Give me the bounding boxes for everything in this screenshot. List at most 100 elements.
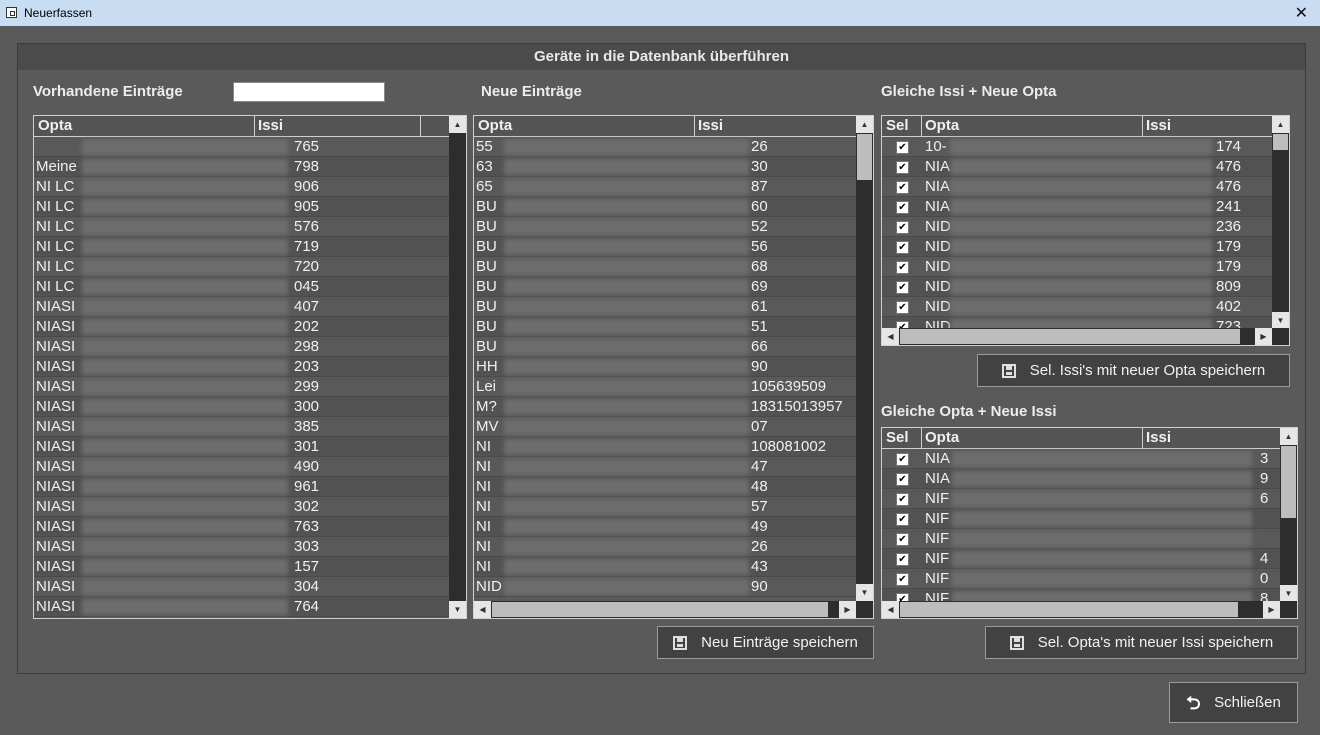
table-row[interactable]: Lei 105639509 xyxy=(474,377,857,397)
table-row[interactable]: ✔ NIF xyxy=(882,529,1280,549)
table-row[interactable]: NI 43 xyxy=(474,557,857,577)
table-row[interactable]: NIASI 302 xyxy=(34,497,450,517)
col-header-opta[interactable]: Opta xyxy=(925,117,959,135)
table-row[interactable]: NIASI 961 xyxy=(34,477,450,497)
new-entries-grid[interactable]: Opta Issi 55 26 63 30 65 87 BU 60 BU 52 BU 56 BU 68 BU… xyxy=(473,115,874,619)
scroll-up-icon[interactable]: ▲ xyxy=(856,116,873,133)
same-issi-grid[interactable]: Sel Opta Issi ✔ 10- 174 ✔ NIA 476 ✔ NIA 476 ✔ NIA 2… xyxy=(881,115,1290,346)
save-opta-issi-button[interactable]: Sel. Opta's mit neuer Issi speichern xyxy=(985,626,1298,659)
scroll-thumb[interactable] xyxy=(900,329,1240,344)
table-row[interactable]: NI LC 905 xyxy=(34,197,450,217)
table-row[interactable]: ✔ NID 402 xyxy=(882,297,1272,317)
table-row[interactable]: NIASI 304 xyxy=(34,577,450,597)
table-row[interactable]: NI LC 045 xyxy=(34,277,450,297)
table-row[interactable]: ✔ NIF 4 xyxy=(882,549,1280,569)
table-row[interactable]: ✔ NIA 241 xyxy=(882,197,1272,217)
col-header-sel[interactable]: Sel xyxy=(886,117,909,135)
table-row[interactable]: NI 108081002 xyxy=(474,437,857,457)
col-header-opta[interactable]: Opta xyxy=(38,117,72,135)
row-checkbox[interactable]: ✔ xyxy=(896,300,909,314)
table-row[interactable]: NI LC 576 xyxy=(34,217,450,237)
table-row[interactable]: BU 56 xyxy=(474,237,857,257)
table-row[interactable]: ✔ NIF xyxy=(882,509,1280,529)
table-row[interactable]: ✔ NID 179 xyxy=(882,257,1272,277)
scroll-down-icon[interactable]: ▼ xyxy=(856,584,873,601)
row-checkbox[interactable]: ✔ xyxy=(896,180,909,194)
table-row[interactable]: NIASI 764 xyxy=(34,597,450,617)
row-checkbox[interactable]: ✔ xyxy=(896,140,909,154)
table-row[interactable]: ✔ NIA 9 xyxy=(882,469,1280,489)
scroll-thumb[interactable] xyxy=(1281,446,1296,518)
existing-entries-grid[interactable]: Opta Issi 765 Meine 798 NI LC 906 NI LC 905 NI … xyxy=(33,115,467,619)
table-row[interactable]: NIASI 300 xyxy=(34,397,450,417)
horizontal-scrollbar[interactable]: ◀ ▶ xyxy=(474,601,873,618)
col-header-issi[interactable]: Issi xyxy=(258,117,283,135)
table-row[interactable]: NI 49 xyxy=(474,517,857,537)
vertical-scrollbar[interactable]: ▲ ▼ xyxy=(1272,116,1289,329)
close-button[interactable]: ⮌ Schließen xyxy=(1169,682,1298,723)
row-checkbox[interactable]: ✔ xyxy=(896,492,909,506)
row-checkbox[interactable]: ✔ xyxy=(896,512,909,526)
table-row[interactable]: 55 26 xyxy=(474,137,857,157)
table-row[interactable]: NI LC 720 xyxy=(34,257,450,277)
table-row[interactable]: ✔ NIA 476 xyxy=(882,177,1272,197)
scroll-right-icon[interactable]: ▶ xyxy=(1255,328,1272,345)
table-row[interactable]: ✔ NID 236 xyxy=(882,217,1272,237)
col-header-opta[interactable]: Opta xyxy=(925,429,959,447)
table-row[interactable]: 765 xyxy=(34,137,450,157)
table-row[interactable]: 65 87 xyxy=(474,177,857,197)
table-row[interactable]: NIASI 301 xyxy=(34,437,450,457)
table-row[interactable]: NI 26 xyxy=(474,537,857,557)
table-row[interactable]: MV 07 xyxy=(474,417,857,437)
table-row[interactable]: BU 51 xyxy=(474,317,857,337)
table-row[interactable]: Meine 798 xyxy=(34,157,450,177)
col-header-issi[interactable]: Issi xyxy=(1146,117,1171,135)
horizontal-scrollbar[interactable]: ◀ ▶ xyxy=(882,601,1297,618)
table-row[interactable]: BU 60 xyxy=(474,197,857,217)
scroll-thumb[interactable] xyxy=(1273,134,1288,150)
table-row[interactable]: ✔ NIA 476 xyxy=(882,157,1272,177)
scroll-left-icon[interactable]: ◀ xyxy=(474,601,491,618)
scroll-right-icon[interactable]: ▶ xyxy=(1263,601,1280,618)
scroll-thumb[interactable] xyxy=(857,134,872,180)
save-new-entries-button[interactable]: Neu Einträge speichern xyxy=(657,626,874,659)
table-row[interactable]: NI 47 xyxy=(474,457,857,477)
table-row[interactable]: NIASI 298 xyxy=(34,337,450,357)
row-checkbox[interactable]: ✔ xyxy=(896,532,909,546)
table-row[interactable]: BU 61 xyxy=(474,297,857,317)
col-header-opta[interactable]: Opta xyxy=(478,117,512,135)
scroll-down-icon[interactable]: ▼ xyxy=(449,601,466,618)
table-row[interactable]: NIASI 203 xyxy=(34,357,450,377)
table-row[interactable]: BU 52 xyxy=(474,217,857,237)
vertical-scrollbar[interactable]: ▲ ▼ xyxy=(449,116,466,618)
scroll-left-icon[interactable]: ◀ xyxy=(882,601,899,618)
row-checkbox[interactable]: ✔ xyxy=(896,260,909,274)
col-header-issi[interactable]: Issi xyxy=(698,117,723,135)
scroll-left-icon[interactable]: ◀ xyxy=(882,328,899,345)
table-row[interactable]: BU 69 xyxy=(474,277,857,297)
row-checkbox[interactable]: ✔ xyxy=(896,220,909,234)
table-row[interactable]: NI 57 xyxy=(474,497,857,517)
table-row[interactable]: ✔ NIA 3 xyxy=(882,449,1280,469)
table-row[interactable]: NIASI 157 xyxy=(34,557,450,577)
scroll-thumb[interactable] xyxy=(492,602,828,617)
table-row[interactable]: ✔ 10- 174 xyxy=(882,137,1272,157)
row-checkbox[interactable]: ✔ xyxy=(896,280,909,294)
table-row[interactable]: 63 30 xyxy=(474,157,857,177)
table-row[interactable]: NIASI 299 xyxy=(34,377,450,397)
table-row[interactable]: M? 18315013957 xyxy=(474,397,857,417)
table-row[interactable]: NIASI 407 xyxy=(34,297,450,317)
same-opta-grid[interactable]: Sel Opta Issi ✔ NIA 3 ✔ NIA 9 ✔ NIF 6 ✔ NIF ✔ NIF ✔ NI… xyxy=(881,427,1298,619)
horizontal-scrollbar[interactable]: ◀ ▶ xyxy=(882,328,1289,345)
row-checkbox[interactable]: ✔ xyxy=(896,572,909,586)
table-row[interactable]: NIASI 763 xyxy=(34,517,450,537)
row-checkbox[interactable]: ✔ xyxy=(896,452,909,466)
close-icon[interactable]: ✕ xyxy=(1295,3,1308,23)
save-issi-opta-button[interactable]: Sel. Issi's mit neuer Opta speichern xyxy=(977,354,1290,387)
scroll-up-icon[interactable]: ▲ xyxy=(449,116,466,133)
row-checkbox[interactable]: ✔ xyxy=(896,552,909,566)
table-row[interactable]: NIASI 202 xyxy=(34,317,450,337)
table-row[interactable]: NIASI 490 xyxy=(34,457,450,477)
col-header-sel[interactable]: Sel xyxy=(886,429,909,447)
table-row[interactable]: NI 48 xyxy=(474,477,857,497)
